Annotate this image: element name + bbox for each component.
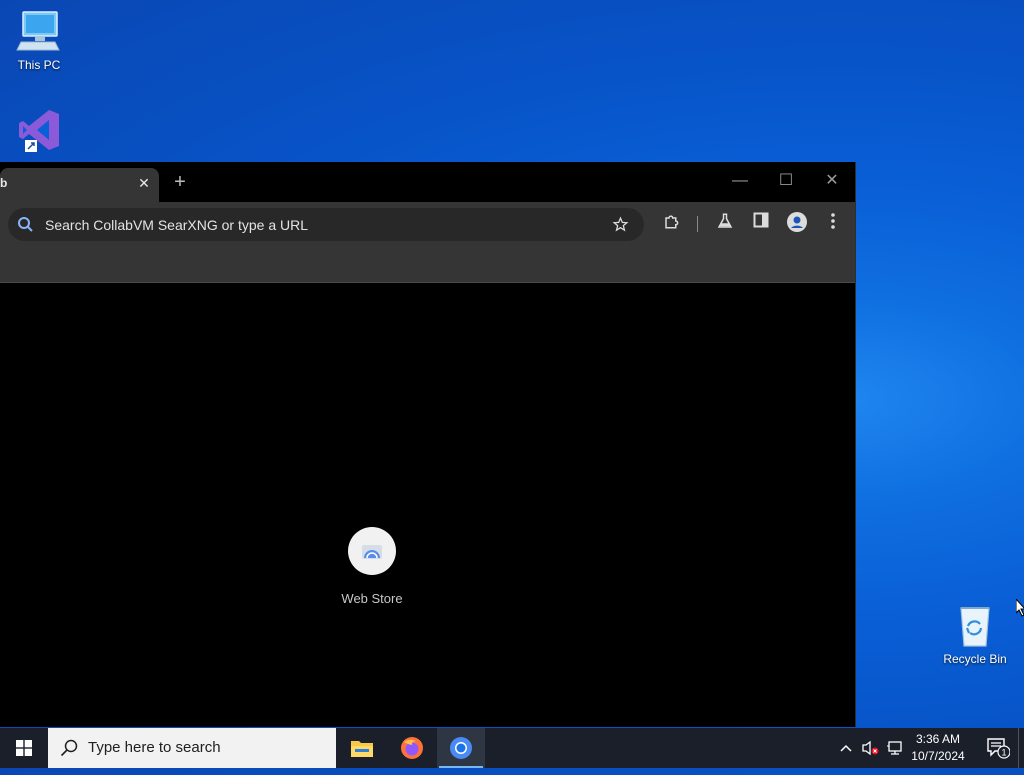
bookmark-star-icon[interactable]	[612, 216, 629, 238]
labs-flask-icon[interactable]	[713, 212, 737, 236]
volume-muted-icon[interactable]	[859, 728, 881, 768]
firefox-icon[interactable]	[388, 728, 436, 768]
desktop-icon-this-pc[interactable]: This PC	[2, 8, 76, 72]
web-store-icon	[348, 527, 396, 575]
maximize-button[interactable]: ☐	[764, 168, 808, 194]
browser-titlebar[interactable]: b ✕ + — ☐ ✕	[0, 162, 855, 202]
desktop-icon-label: This PC	[17, 58, 61, 72]
desktop-icon-label: Recycle Bin	[943, 652, 1007, 666]
network-icon[interactable]	[884, 728, 906, 768]
omnibox[interactable]: Search CollabVM SearXNG or type a URL	[8, 208, 644, 241]
browser-tab[interactable]: b ✕	[0, 168, 159, 202]
computer-icon	[15, 8, 63, 56]
browser-window: b ✕ + — ☐ ✕ Search CollabVM SearXNG or t…	[0, 162, 856, 727]
toolbar-divider	[697, 216, 698, 232]
tab-close-icon[interactable]: ✕	[134, 173, 154, 193]
chrome-icon[interactable]	[437, 728, 485, 768]
notification-count: 1	[1001, 748, 1006, 758]
minimize-button[interactable]: —	[718, 168, 762, 194]
windows-logo-icon	[16, 740, 32, 756]
clock-date: 10/7/2024	[911, 749, 965, 763]
system-clock[interactable]: 3:36 AM 10/7/2024	[906, 731, 970, 765]
extensions-icon[interactable]	[660, 212, 684, 236]
side-panel-icon[interactable]	[749, 212, 773, 236]
start-button[interactable]	[0, 728, 48, 768]
close-window-button[interactable]: ✕	[810, 168, 854, 194]
search-icon	[17, 216, 34, 238]
desktop-icon-recycle-bin[interactable]: Recycle Bin	[938, 602, 1012, 666]
clock-time: 3:36 AM	[915, 732, 961, 746]
more-menu-icon[interactable]	[821, 212, 845, 236]
recycle-bin-icon	[951, 602, 999, 650]
bookmarks-bar	[0, 246, 855, 283]
shortcut-label: Web Store	[341, 591, 403, 606]
action-center-notifications-icon[interactable]: 1	[978, 728, 1018, 768]
taskbar-search-box[interactable]: Type here to search	[48, 728, 336, 768]
search-icon	[60, 739, 78, 757]
file-explorer-icon[interactable]	[338, 728, 386, 768]
new-tab-button[interactable]: +	[168, 171, 192, 195]
visual-studio-icon	[15, 106, 63, 154]
shortcut-web-store[interactable]: Web Store	[330, 527, 414, 606]
mouse-cursor-icon	[1015, 597, 1024, 622]
profile-icon[interactable]	[785, 212, 809, 236]
show-hidden-icons-chevron-up-icon[interactable]	[836, 728, 856, 768]
tab-title: b	[0, 176, 8, 190]
browser-toolbar: Search CollabVM SearXNG or type a URL	[0, 202, 855, 246]
new-tab-page: Web Store	[0, 283, 855, 727]
taskbar: Type here to search 3:36 AM 10/7/2024 1	[0, 728, 1024, 768]
desktop-icon-visual-studio[interactable]	[2, 106, 76, 156]
taskbar-search-placeholder: Type here to search	[88, 739, 221, 756]
show-desktop-button[interactable]	[1018, 728, 1024, 768]
omnibox-placeholder: Search CollabVM SearXNG or type a URL	[45, 217, 308, 233]
